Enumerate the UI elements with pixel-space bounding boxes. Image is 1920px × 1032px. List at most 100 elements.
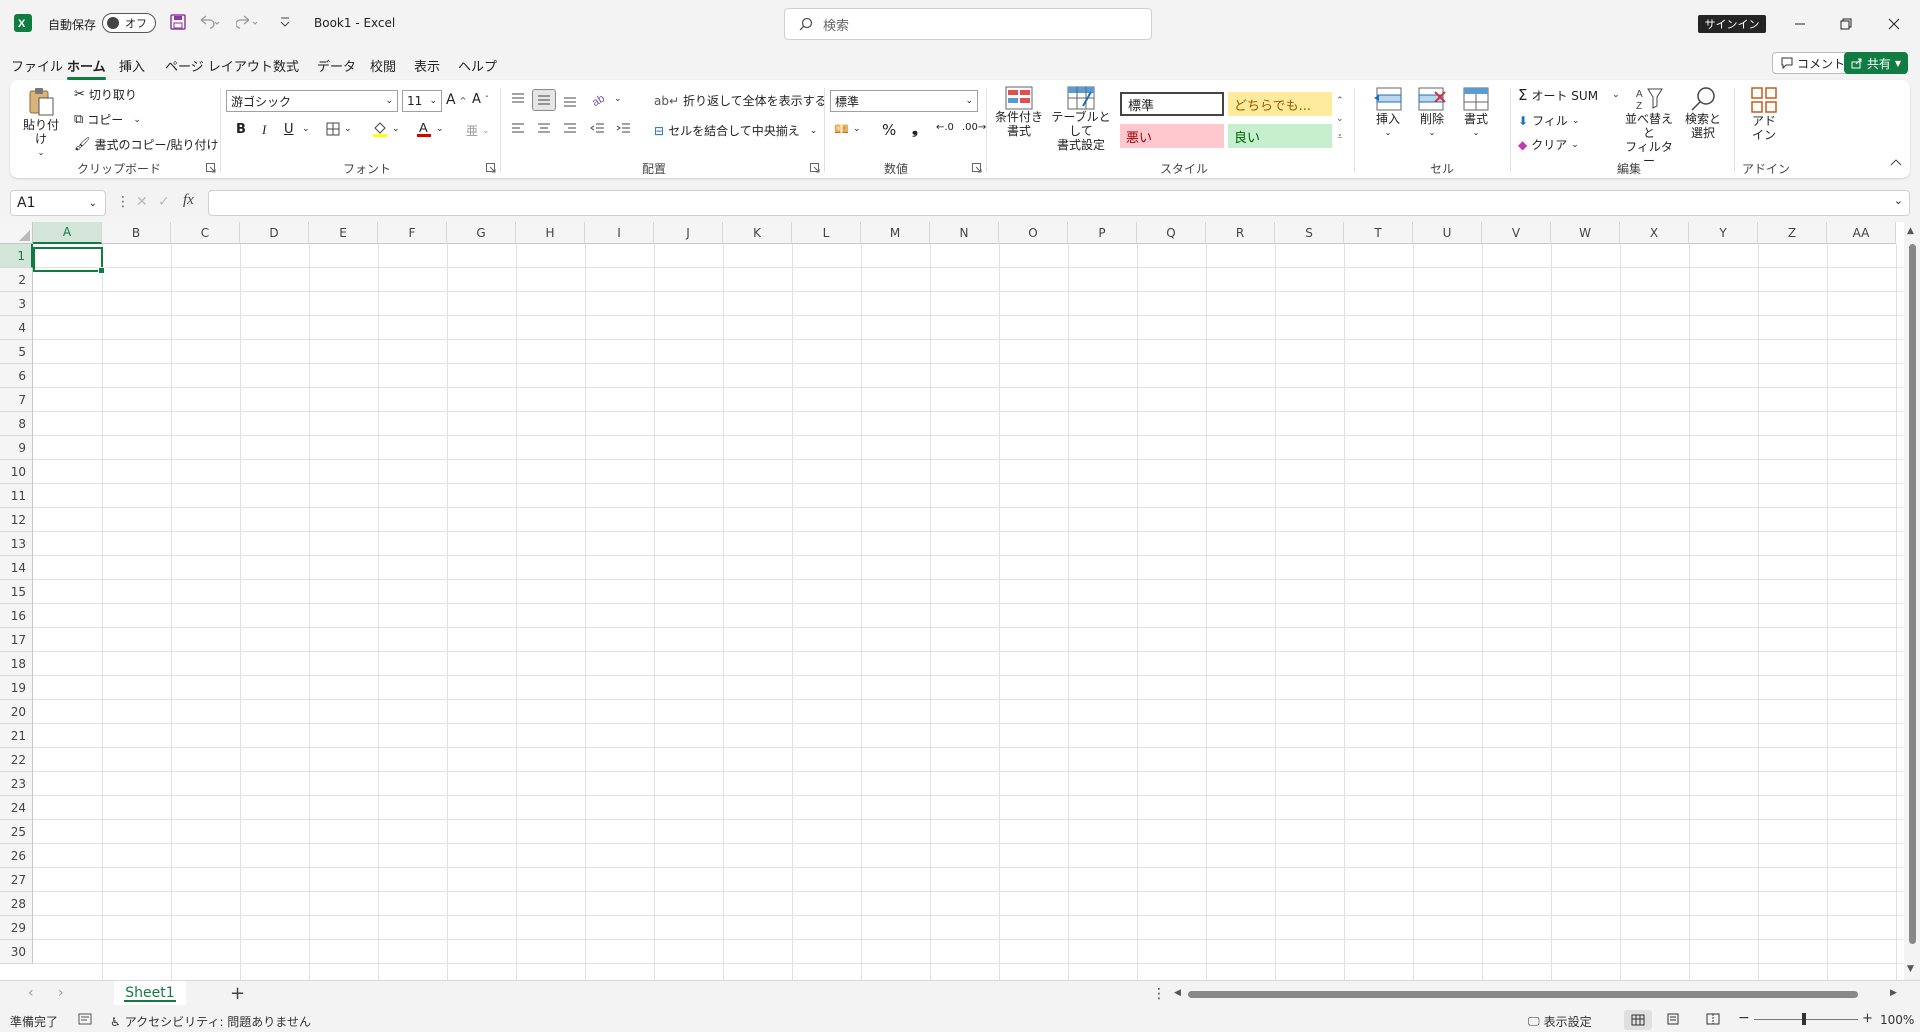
dialog-launcher-icon[interactable] — [972, 162, 982, 173]
zoom-in-icon[interactable]: + — [1862, 1011, 1873, 1026]
align-top-icon[interactable] — [510, 92, 526, 106]
font-size-dropdown[interactable]: 11 ⌄ — [402, 90, 442, 112]
orientation-icon[interactable]: ab ⌄ — [592, 92, 622, 106]
underline-button[interactable]: U — [284, 122, 294, 137]
paste-button[interactable]: 貼り付け ⌄ — [18, 86, 64, 160]
clear-button[interactable]: ◆ クリア ⌄ — [1518, 136, 1579, 153]
tab-review[interactable]: 校閲 — [370, 56, 396, 75]
cancel-entry-icon[interactable]: ✕ — [136, 194, 148, 210]
column-header[interactable]: C — [171, 222, 240, 244]
format-painter-button[interactable]: 🖌 書式のコピー/貼り付け — [74, 136, 219, 153]
column-header[interactable]: K — [723, 222, 792, 244]
phonetic-icon[interactable]: 亜 ⌄ — [466, 122, 490, 139]
comma-button[interactable]: ❟ — [912, 120, 918, 138]
active-cell[interactable] — [33, 247, 105, 274]
column-header[interactable]: B — [102, 222, 171, 244]
currency-icon[interactable]: 💴 ⌄ — [834, 122, 861, 136]
page-layout-view-icon[interactable] — [1666, 1013, 1680, 1025]
column-header[interactable]: T — [1344, 222, 1413, 244]
row-header[interactable]: 30 — [0, 940, 33, 964]
autosum-button[interactable]: Σ オート SUM ⌄ — [1518, 86, 1620, 104]
dialog-launcher-icon[interactable] — [206, 162, 216, 173]
row-header[interactable]: 18 — [0, 652, 33, 676]
row-header[interactable]: 1 — [0, 244, 33, 268]
column-header[interactable]: Y — [1689, 222, 1758, 244]
accessibility-status[interactable]: ♿ アクセシビリティ: 問題ありません — [110, 1013, 311, 1030]
column-header[interactable]: P — [1068, 222, 1137, 244]
sheet-next-icon[interactable]: › — [58, 985, 64, 1001]
align-bottom-icon[interactable] — [562, 94, 578, 108]
row-header[interactable]: 14 — [0, 556, 33, 580]
search-box[interactable]: 検索 — [784, 8, 1152, 40]
tab-file[interactable]: ファイル — [11, 56, 63, 75]
font-shrink-icon[interactable]: Aˇ — [472, 92, 489, 107]
scroll-down-icon[interactable]: ▼ — [1907, 964, 1914, 974]
column-header[interactable]: V — [1482, 222, 1551, 244]
style-normal[interactable]: 標準 — [1120, 92, 1224, 116]
row-header[interactable]: 26 — [0, 844, 33, 868]
scroll-up-icon[interactable]: ▲ — [1907, 226, 1914, 236]
tab-view[interactable]: 表示 — [414, 56, 440, 75]
font-grow-icon[interactable]: A ^ — [446, 92, 466, 108]
chevron-down-icon[interactable]: ⌄ — [302, 124, 310, 134]
column-header[interactable]: A — [33, 222, 102, 244]
column-header[interactable]: O — [999, 222, 1068, 244]
style-bad[interactable]: 悪い — [1120, 124, 1224, 148]
dialog-launcher-icon[interactable] — [810, 162, 820, 173]
column-header[interactable]: U — [1413, 222, 1482, 244]
display-settings-button[interactable]: 🖵 表示設定 — [1528, 1013, 1592, 1030]
horizontal-scroll-thumb[interactable] — [1188, 991, 1858, 998]
row-header[interactable]: 8 — [0, 412, 33, 436]
column-header[interactable]: W — [1551, 222, 1620, 244]
font-color-icon[interactable]: A ⌄ — [416, 120, 444, 138]
column-header[interactable]: X — [1620, 222, 1689, 244]
tab-home[interactable]: ホーム — [67, 56, 106, 80]
add-sheet-button[interactable]: + — [230, 983, 245, 1004]
conditional-format-button[interactable]: 条件付き 書式 — [992, 86, 1046, 138]
row-header[interactable]: 15 — [0, 580, 33, 604]
format-as-table-button[interactable]: テーブルとして 書式設定 — [1046, 86, 1116, 152]
row-header[interactable]: 7 — [0, 388, 33, 412]
name-box[interactable]: A1 ⌄ — [10, 190, 106, 216]
column-header[interactable]: H — [516, 222, 585, 244]
row-header[interactable]: 4 — [0, 316, 33, 340]
vertical-scroll-thumb[interactable] — [1909, 244, 1916, 944]
increase-decimal-icon[interactable]: ←.0 — [936, 122, 954, 133]
addins-button[interactable]: アド イン — [1744, 86, 1784, 142]
column-header[interactable]: Q — [1137, 222, 1206, 244]
row-header[interactable]: 22 — [0, 748, 33, 772]
column-header[interactable]: Z — [1758, 222, 1827, 244]
scroll-right-icon[interactable]: ▶ — [1890, 988, 1897, 998]
row-header[interactable]: 9 — [0, 436, 33, 460]
row-header[interactable]: 13 — [0, 532, 33, 556]
row-header[interactable]: 24 — [0, 796, 33, 820]
minimize-icon[interactable] — [1788, 12, 1812, 36]
more-options-icon[interactable]: ⋮ — [1152, 986, 1166, 1002]
restore-icon[interactable] — [1834, 12, 1858, 36]
row-header[interactable]: 5 — [0, 340, 33, 364]
cut-button[interactable]: ✂ 切り取り — [74, 86, 137, 103]
row-header[interactable]: 17 — [0, 628, 33, 652]
tab-page-layout[interactable]: ページ レイアウト — [165, 56, 273, 75]
column-header[interactable]: F — [378, 222, 447, 244]
align-center-icon[interactable] — [536, 122, 552, 136]
close-icon[interactable] — [1882, 12, 1906, 36]
column-header[interactable]: G — [447, 222, 516, 244]
column-header[interactable]: M — [861, 222, 930, 244]
column-header[interactable]: S — [1275, 222, 1344, 244]
decrease-decimal-icon[interactable]: .00→ — [962, 122, 986, 133]
page-break-view-icon[interactable] — [1706, 1013, 1720, 1025]
zoom-slider[interactable] — [1754, 1013, 1858, 1025]
delete-cells-button[interactable]: 削除 ⌄ — [1412, 86, 1452, 140]
customize-toolbar-icon[interactable] — [280, 16, 290, 28]
style-gallery-scroll[interactable]: ⌃ ⌄ ⩡ — [1336, 92, 1344, 146]
align-right-icon[interactable] — [562, 122, 578, 136]
save-icon[interactable] — [170, 14, 186, 30]
signin-button[interactable]: サインイン — [1698, 15, 1766, 33]
row-header[interactable]: 28 — [0, 892, 33, 916]
number-format-dropdown[interactable]: 標準 ⌄ — [830, 90, 978, 112]
align-middle-icon[interactable] — [532, 89, 556, 111]
align-left-icon[interactable] — [510, 122, 526, 136]
border-icon[interactable]: ⌄ — [326, 122, 352, 136]
column-header[interactable]: I — [585, 222, 654, 244]
